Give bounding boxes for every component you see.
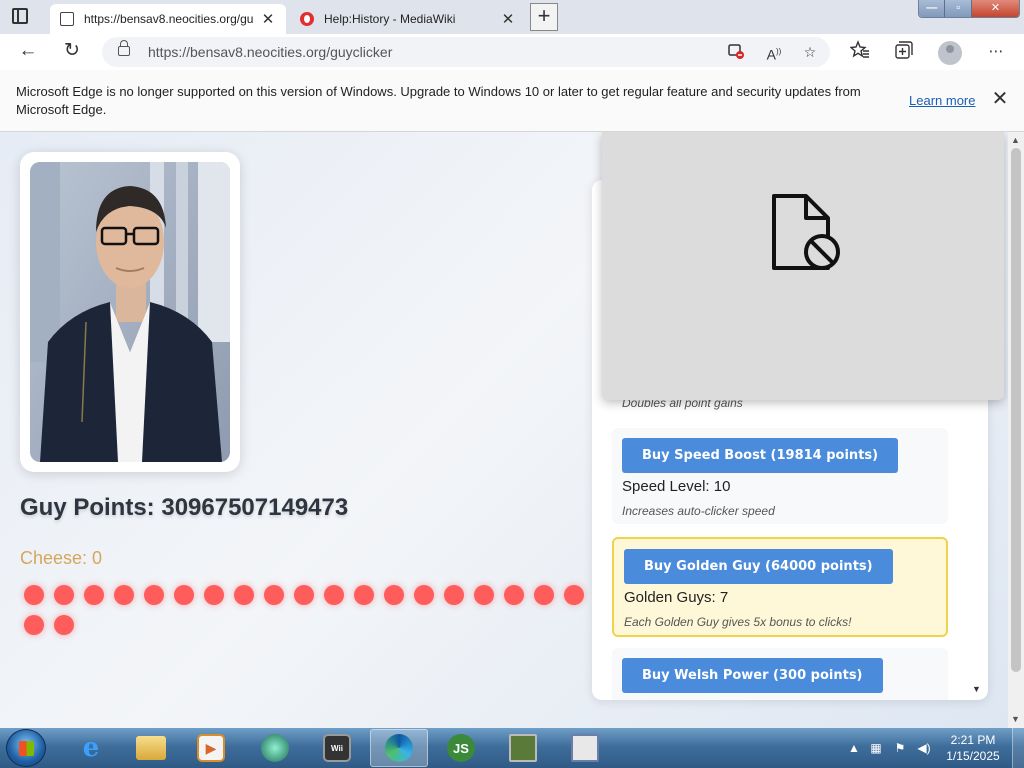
golden-guys-count: Golden Guys: 7 bbox=[624, 589, 729, 606]
auto-clicker-dot bbox=[504, 585, 524, 605]
js-icon[interactable]: JS bbox=[432, 729, 490, 767]
auto-clicker-dot bbox=[84, 585, 104, 605]
refresh-icon[interactable]: ↻ bbox=[60, 40, 84, 64]
lock-icon[interactable] bbox=[118, 40, 130, 56]
close-window-button[interactable]: ✕ bbox=[971, 0, 1019, 17]
action-center-flag-icon[interactable]: ⚑ bbox=[892, 740, 908, 756]
minimize-button[interactable]: — bbox=[919, 0, 946, 17]
tab-actions-icon[interactable] bbox=[12, 8, 28, 24]
blocked-file-icon bbox=[770, 192, 842, 272]
page-content: Guy Points: 30967507149473 Cheese: 0 Dou… bbox=[0, 132, 1024, 728]
tab-bar: https://bensav8.neocities.org/gu ✕ Help:… bbox=[0, 0, 1024, 34]
auto-clicker-dot bbox=[564, 585, 584, 605]
cheese-count: Cheese: 0 bbox=[20, 548, 103, 568]
auto-clicker-dot bbox=[24, 615, 44, 635]
read-aloud-icon[interactable]: A)) bbox=[764, 42, 784, 63]
tab-title: https://bensav8.neocities.org/gu bbox=[84, 12, 254, 26]
wii-icon[interactable]: Wii bbox=[308, 729, 366, 767]
maximize-button[interactable]: ▫ bbox=[945, 0, 972, 17]
auto-clicker-dot bbox=[384, 585, 404, 605]
auto-clicker-dot bbox=[474, 585, 494, 605]
remote-desktop-icon[interactable] bbox=[556, 729, 614, 767]
opera-icon bbox=[300, 12, 314, 26]
tab-close-icon[interactable]: ✕ bbox=[500, 10, 516, 28]
blocked-content-panel bbox=[602, 132, 1004, 400]
more-icon[interactable]: ⋯ bbox=[984, 40, 1008, 64]
tab-mediawiki[interactable]: Help:History - MediaWiki ✕ bbox=[290, 4, 526, 34]
url-text[interactable]: https://bensav8.neocities.org/guyclicker bbox=[148, 44, 392, 60]
window-controls: — ▫ ✕ bbox=[918, 0, 1020, 18]
auto-clicker-dot bbox=[294, 585, 314, 605]
clock[interactable]: 2:21 PM 1/15/2025 bbox=[940, 732, 1006, 764]
tracking-blocked-icon[interactable] bbox=[726, 42, 746, 62]
taskbar: e ▶ Wii JS ▲ ▦ ⚑ ◀) 2:21 PM 1/15/2025 bbox=[0, 728, 1024, 768]
guy-points: Guy Points: 30967507149473 bbox=[20, 494, 349, 521]
notification-message: Microsoft Edge is no longer supported on… bbox=[16, 84, 861, 117]
close-icon[interactable]: ✕ bbox=[990, 89, 1010, 110]
new-tab-button[interactable]: + bbox=[530, 3, 558, 31]
media-player-icon[interactable]: ▶ bbox=[182, 729, 240, 767]
speed-level: Speed Level: 10 bbox=[622, 478, 731, 495]
app-icon[interactable] bbox=[246, 729, 304, 767]
auto-clicker-dot bbox=[444, 585, 464, 605]
internet-explorer-icon[interactable]: e bbox=[62, 729, 120, 767]
auto-clicker-dot bbox=[414, 585, 434, 605]
auto-clicker-dot bbox=[264, 585, 284, 605]
collections-icon[interactable] bbox=[892, 40, 916, 64]
upgrade-description: Each Golden Guy gives 5x bonus to clicks… bbox=[624, 615, 852, 629]
edge-icon[interactable] bbox=[370, 729, 428, 767]
auto-clicker-dot bbox=[114, 585, 134, 605]
show-desktop-button[interactable] bbox=[1012, 728, 1024, 768]
add-favorite-icon[interactable]: ☆ bbox=[800, 42, 820, 62]
upgrade-speed-boost: Buy Speed Boost (19814 points) Speed Lev… bbox=[612, 428, 948, 524]
network-icon[interactable]: ▦ bbox=[868, 740, 884, 756]
auto-clicker-dot bbox=[324, 585, 344, 605]
clock-date: 1/15/2025 bbox=[946, 749, 1000, 763]
profile-icon[interactable] bbox=[938, 41, 962, 65]
back-icon[interactable]: ← bbox=[16, 40, 40, 64]
upgrade-description: Increases auto-clicker speed bbox=[622, 504, 775, 518]
buy-speed-boost-button[interactable]: Buy Speed Boost (19814 points) bbox=[622, 438, 899, 473]
tab-title: Help:History - MediaWiki bbox=[324, 12, 456, 26]
monitor-icon[interactable] bbox=[494, 729, 552, 767]
tab-close-icon[interactable]: ✕ bbox=[260, 10, 276, 28]
scrollbar-thumb[interactable] bbox=[1011, 148, 1021, 672]
auto-clicker-dot bbox=[234, 585, 254, 605]
clock-time: 2:21 PM bbox=[950, 733, 996, 747]
show-hidden-icons-icon[interactable]: ▲ bbox=[846, 740, 862, 756]
page-scrollbar[interactable]: ▲ ▼ bbox=[1008, 132, 1024, 728]
scroll-down-arrow-icon[interactable]: ▼ bbox=[1011, 714, 1020, 724]
page-icon bbox=[60, 12, 74, 26]
buy-golden-guy-button[interactable]: Buy Golden Guy (64000 points) bbox=[624, 549, 893, 584]
guy-card[interactable] bbox=[20, 152, 240, 472]
auto-clicker-dot bbox=[534, 585, 554, 605]
auto-clicker-dot bbox=[54, 585, 74, 605]
toolbar: ← ↻ https://bensav8.neocities.org/guycli… bbox=[0, 34, 1024, 70]
unsupported-notification: Microsoft Edge is no longer supported on… bbox=[0, 70, 1024, 132]
learn-more-link[interactable]: Learn more bbox=[909, 93, 975, 108]
auto-clicker-dot bbox=[24, 585, 44, 605]
upgrade-welsh-power: Buy Welsh Power (300 points) bbox=[612, 648, 948, 700]
volume-icon[interactable]: ◀) bbox=[916, 740, 932, 756]
guy-photo[interactable] bbox=[30, 162, 230, 462]
auto-clicker-dot bbox=[174, 585, 194, 605]
scroll-up-arrow-icon[interactable]: ▲ bbox=[1011, 135, 1020, 145]
address-bar[interactable]: https://bensav8.neocities.org/guyclicker… bbox=[102, 37, 830, 67]
auto-clicker-dot bbox=[54, 615, 74, 635]
file-explorer-icon[interactable] bbox=[122, 729, 180, 767]
buy-welsh-power-button[interactable]: Buy Welsh Power (300 points) bbox=[622, 658, 883, 693]
favorites-icon[interactable] bbox=[848, 40, 872, 64]
auto-clicker-dot bbox=[354, 585, 374, 605]
upgrade-golden-guy: Buy Golden Guy (64000 points) Golden Guy… bbox=[612, 537, 948, 637]
auto-clicker-dot bbox=[204, 585, 224, 605]
auto-clicker-dot bbox=[144, 585, 164, 605]
scroll-down-arrow-icon[interactable]: ▼ bbox=[972, 684, 981, 694]
start-button[interactable] bbox=[6, 729, 46, 767]
tab-guyclicker[interactable]: https://bensav8.neocities.org/gu ✕ bbox=[50, 4, 286, 34]
